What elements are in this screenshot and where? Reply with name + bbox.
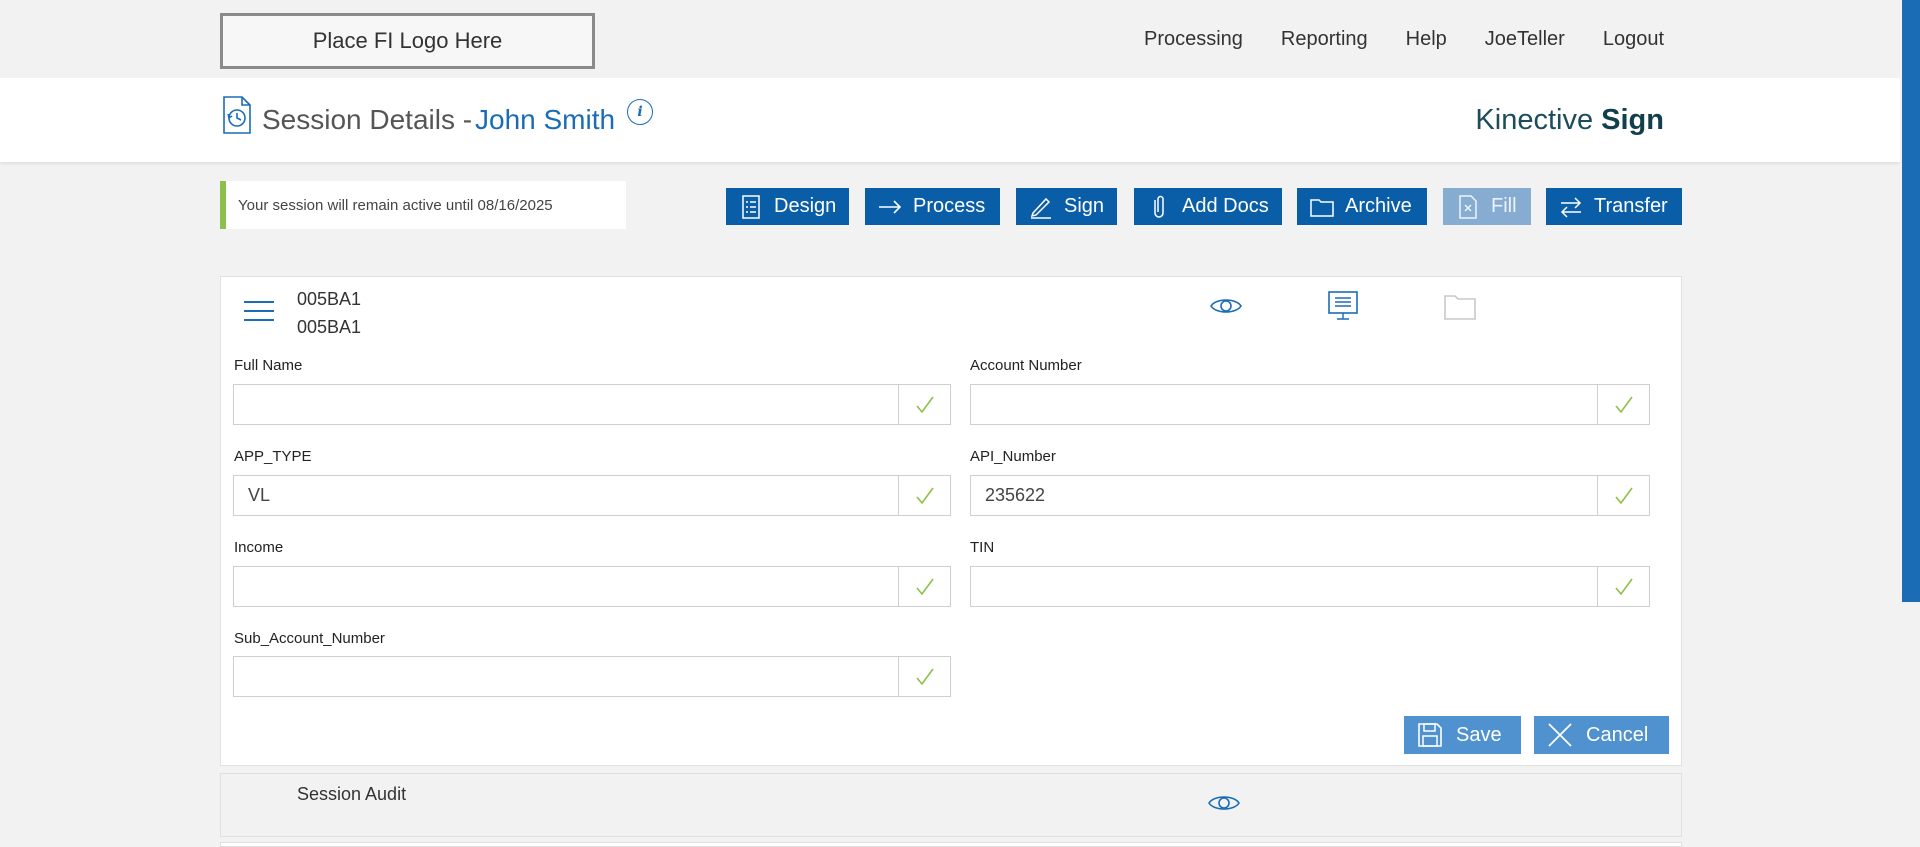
- eye-icon[interactable]: [1207, 786, 1241, 820]
- nav-reporting[interactable]: Reporting: [1281, 28, 1368, 51]
- nav-logout[interactable]: Logout: [1603, 28, 1664, 51]
- tin-input[interactable]: [971, 567, 1597, 606]
- document-x-icon: [1459, 194, 1477, 219]
- transfer-button[interactable]: Transfer: [1546, 188, 1682, 225]
- checkmark-icon[interactable]: [1597, 476, 1649, 515]
- sub-account-number-input[interactable]: [234, 657, 898, 696]
- logo-placeholder: Place FI Logo Here: [220, 13, 595, 69]
- session-audit-title: Session Audit: [297, 784, 407, 804]
- nav-help[interactable]: Help: [1406, 28, 1447, 51]
- transfer-label: Transfer: [1594, 195, 1668, 217]
- checklist-icon: [742, 194, 760, 219]
- process-label: Process: [913, 195, 986, 217]
- checkmark-icon[interactable]: [898, 476, 950, 515]
- brand-light: Kinective: [1475, 104, 1602, 136]
- document-id: 005BA1: [297, 317, 362, 337]
- paperclip-icon: [1154, 195, 1164, 218]
- account-number-field: [970, 384, 1650, 425]
- sub-account-number-label: Sub_Account_Number: [234, 630, 385, 647]
- next-panel-edge: [220, 842, 1682, 847]
- income-field: [233, 566, 951, 607]
- brand-logo: Kinective Sign: [1475, 104, 1664, 137]
- document-panel: 005BA1 005BA1 Full Name APP_TYPE Income …: [220, 276, 1682, 766]
- sub-account-number-field: [233, 656, 951, 697]
- cancel-button[interactable]: Cancel: [1534, 716, 1669, 754]
- fill-button[interactable]: Fill: [1443, 188, 1531, 225]
- income-input[interactable]: [234, 567, 898, 606]
- design-button[interactable]: Design: [726, 188, 849, 225]
- pen-icon: [1030, 197, 1051, 219]
- api-number-field: [970, 475, 1650, 516]
- checkmark-icon[interactable]: [1597, 385, 1649, 424]
- archive-label: Archive: [1345, 195, 1412, 217]
- session-expiry-notice: Your session will remain active until 08…: [220, 181, 626, 229]
- monitor-icon[interactable]: [1326, 289, 1360, 323]
- full-name-label: Full Name: [234, 357, 303, 374]
- top-navigation: Processing Reporting Help JoeTeller Logo…: [1144, 28, 1664, 51]
- transfer-arrows-icon: [1560, 196, 1582, 218]
- tin-field: [970, 566, 1650, 607]
- app-type-field: [233, 475, 951, 516]
- nav-user[interactable]: JoeTeller: [1485, 28, 1565, 51]
- api-number-input[interactable]: [971, 476, 1597, 515]
- floppy-disk-icon: [1418, 723, 1442, 747]
- nav-processing[interactable]: Processing: [1144, 28, 1243, 51]
- api-number-label: API_Number: [970, 448, 1056, 465]
- eye-icon[interactable]: [1209, 289, 1243, 323]
- sign-button[interactable]: Sign: [1016, 188, 1117, 225]
- session-audit-panel[interactable]: Session Audit: [220, 773, 1682, 837]
- add-docs-button[interactable]: Add Docs: [1134, 188, 1282, 225]
- info-icon[interactable]: i: [627, 99, 653, 125]
- income-label: Income: [234, 539, 284, 556]
- archive-button[interactable]: Archive: [1297, 188, 1427, 225]
- account-number-input[interactable]: [971, 385, 1597, 424]
- session-header: Session Details - John Smith i Kinective…: [0, 78, 1900, 162]
- save-label: Save: [1456, 723, 1502, 746]
- app-type-label: APP_TYPE: [234, 448, 312, 465]
- checkmark-icon[interactable]: [898, 385, 950, 424]
- process-button[interactable]: Process: [865, 188, 1000, 225]
- session-history-icon: [223, 96, 251, 134]
- add-docs-label: Add Docs: [1182, 195, 1269, 217]
- document-id: 005BA1: [297, 289, 362, 309]
- hamburger-menu-icon[interactable]: [243, 299, 275, 323]
- checkmark-icon[interactable]: [1597, 567, 1649, 606]
- full-name-field: [233, 384, 951, 425]
- top-bar: Place FI Logo Here Processing Reporting …: [0, 0, 1920, 78]
- account-number-label: Account Number: [970, 357, 1082, 374]
- scrollbar-thumb[interactable]: [1902, 0, 1920, 602]
- page-title: Session Details -: [262, 104, 473, 135]
- tin-label: TIN: [970, 539, 995, 556]
- folder-icon[interactable]: [1443, 289, 1477, 323]
- cancel-label: Cancel: [1586, 723, 1649, 746]
- fill-label: Fill: [1491, 195, 1517, 217]
- customer-name[interactable]: John Smith: [475, 104, 615, 136]
- sign-label: Sign: [1064, 195, 1105, 217]
- full-name-input[interactable]: [234, 385, 898, 424]
- brand-bold: Sign: [1601, 104, 1664, 136]
- folder-icon: [1310, 198, 1334, 217]
- save-button[interactable]: Save: [1404, 716, 1521, 754]
- document-ids: 005BA1 005BA1: [297, 285, 361, 341]
- design-label: Design: [774, 195, 837, 217]
- arrow-right-icon: [879, 199, 902, 214]
- checkmark-icon[interactable]: [898, 567, 950, 606]
- app-type-input[interactable]: [234, 476, 898, 515]
- close-icon: [1548, 723, 1572, 747]
- checkmark-icon[interactable]: [898, 657, 950, 696]
